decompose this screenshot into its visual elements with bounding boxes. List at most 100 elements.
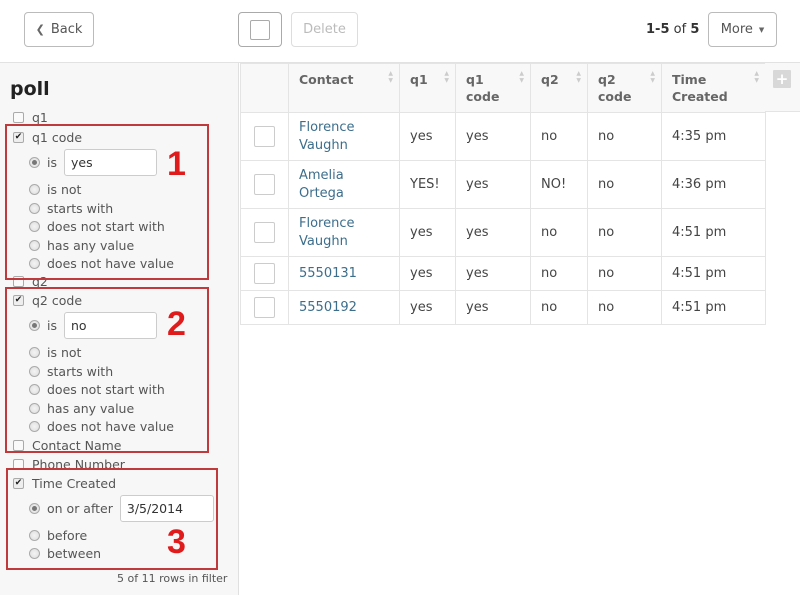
option-label: is not	[47, 182, 82, 197]
date-input[interactable]: 3/5/2014	[119, 495, 214, 522]
pagination-status: 1-5 of 5	[646, 22, 699, 37]
select-all-button[interactable]	[238, 12, 282, 47]
radio-icon[interactable]	[29, 320, 40, 331]
field-contact-name[interactable]: Contact Name	[13, 438, 121, 453]
checkbox-q2[interactable]	[13, 276, 24, 287]
row-checkbox[interactable]	[254, 126, 275, 147]
option-label: starts with	[47, 364, 114, 379]
checkbox-q2-code[interactable]: ✔	[13, 295, 24, 306]
radio-icon[interactable]	[29, 258, 40, 269]
row-select-cell	[240, 290, 289, 325]
header-q1[interactable]: q1 ▲ ▼	[399, 63, 456, 113]
option-label: does not start with	[47, 219, 165, 234]
option-time-on-or-after[interactable]: on or after 3/5/2014	[29, 495, 214, 522]
header-q2-code[interactable]: q2 code ▲ ▼	[587, 63, 662, 113]
option-label: on or after	[47, 501, 113, 516]
row-checkbox[interactable]	[254, 297, 275, 318]
option-label: before	[47, 528, 88, 543]
field-label: Time Created	[32, 476, 117, 491]
sort-icon[interactable]: ▲ ▼	[519, 70, 524, 84]
back-button[interactable]: ❮ Back	[24, 12, 94, 47]
table-row[interactable]: 5550131 yes yes no no 4:51 pm	[240, 256, 766, 291]
sort-icon[interactable]: ▲ ▼	[444, 70, 449, 84]
option-q1-none[interactable]: does not have value	[29, 256, 174, 271]
option-time-before[interactable]: before	[29, 528, 87, 543]
field-q2-code[interactable]: ✔ q2 code	[13, 293, 82, 308]
option-q1-not-start[interactable]: does not start with	[29, 219, 165, 234]
contact-link[interactable]: Amelia Ortega	[299, 167, 359, 203]
radio-icon[interactable]	[29, 548, 40, 559]
contact-cell: Florence Vaughn	[288, 112, 400, 161]
plus-icon[interactable]: +	[773, 70, 791, 88]
radio-icon[interactable]	[29, 347, 40, 358]
table-row[interactable]: Florence Vaughn yes yes no no 4:51 pm	[240, 208, 766, 257]
field-time-created[interactable]: ✔ Time Created	[13, 476, 116, 491]
radio-icon[interactable]	[29, 421, 40, 432]
checkbox-time-created[interactable]: ✔	[13, 478, 24, 489]
radio-icon[interactable]	[29, 384, 40, 395]
table-row[interactable]: Amelia Ortega YES! yes NO! no 4:36 pm	[240, 160, 766, 209]
option-q1-is[interactable]: is yes	[29, 149, 157, 176]
radio-icon[interactable]	[29, 403, 40, 414]
radio-icon[interactable]	[29, 240, 40, 251]
row-checkbox[interactable]	[254, 263, 275, 284]
q1-code-cell: yes	[455, 290, 531, 325]
table-row[interactable]: Florence Vaughn yes yes no no 4:35 pm	[240, 112, 766, 161]
chevron-left-icon: ❮	[35, 23, 45, 36]
option-time-between[interactable]: between	[29, 546, 101, 561]
row-checkbox[interactable]	[254, 222, 275, 243]
option-q2-starts-with[interactable]: starts with	[29, 364, 113, 379]
radio-icon[interactable]	[29, 157, 40, 168]
radio-icon[interactable]	[29, 221, 40, 232]
checkbox-q1-code[interactable]: ✔	[13, 132, 24, 143]
field-label: Phone Number	[32, 457, 125, 472]
option-q2-is-not[interactable]: is not	[29, 345, 81, 360]
header-contact[interactable]: Contact ▲ ▼	[288, 63, 400, 113]
field-q1[interactable]: q1	[13, 110, 48, 125]
field-q2[interactable]: q2	[13, 274, 48, 289]
checkbox-contact-name[interactable]	[13, 440, 24, 451]
header-select	[240, 63, 289, 113]
field-phone-number[interactable]: Phone Number	[13, 457, 125, 472]
sort-icon[interactable]: ▲ ▼	[576, 70, 581, 84]
option-label: is	[47, 318, 57, 333]
option-q1-any[interactable]: has any value	[29, 238, 134, 253]
checkbox-q1[interactable]	[13, 112, 24, 123]
radio-icon[interactable]	[29, 366, 40, 377]
poll-title: poll	[10, 78, 50, 100]
more-button[interactable]: More ▼	[708, 12, 777, 47]
q1-code-cell: yes	[455, 160, 531, 209]
q1-code-value-input[interactable]: yes	[64, 149, 157, 176]
contact-cell: 5550131	[288, 256, 400, 291]
contact-link[interactable]: 5550192	[299, 300, 357, 315]
delete-button[interactable]: Delete	[291, 12, 358, 47]
header-q2[interactable]: q2 ▲ ▼	[530, 63, 588, 113]
field-q1-code[interactable]: ✔ q1 code	[13, 130, 82, 145]
pager-total: 5	[690, 22, 700, 37]
radio-icon[interactable]	[29, 530, 40, 541]
radio-icon[interactable]	[29, 184, 40, 195]
radio-icon[interactable]	[29, 203, 40, 214]
sort-icon[interactable]: ▲ ▼	[650, 70, 655, 84]
q2-code-value-input[interactable]: no	[64, 312, 157, 339]
radio-icon[interactable]	[29, 503, 40, 514]
option-q2-is[interactable]: is no	[29, 312, 157, 339]
contact-link[interactable]: Florence Vaughn	[299, 215, 359, 251]
header-label: Time Created	[672, 72, 728, 104]
contact-link[interactable]: 5550131	[299, 266, 357, 281]
option-q2-any[interactable]: has any value	[29, 401, 134, 416]
row-checkbox[interactable]	[254, 174, 275, 195]
option-q2-not-start[interactable]: does not start with	[29, 382, 165, 397]
sort-icon[interactable]: ▲ ▼	[388, 70, 393, 84]
header-q1-code[interactable]: q1 code ▲ ▼	[455, 63, 531, 113]
table-row[interactable]: 5550192 yes yes no no 4:51 pm	[240, 290, 766, 325]
sort-icon[interactable]: ▲ ▼	[754, 70, 759, 84]
header-time-created[interactable]: Time Created ▲ ▼	[661, 63, 766, 113]
option-q1-starts-with[interactable]: starts with	[29, 201, 113, 216]
contact-link[interactable]: Florence Vaughn	[299, 119, 359, 155]
checkbox-phone-number[interactable]	[13, 459, 24, 470]
option-q2-none[interactable]: does not have value	[29, 419, 174, 434]
option-q1-is-not[interactable]: is not	[29, 182, 81, 197]
q1-cell: yes	[399, 208, 456, 257]
q1-cell: yes	[399, 256, 456, 291]
